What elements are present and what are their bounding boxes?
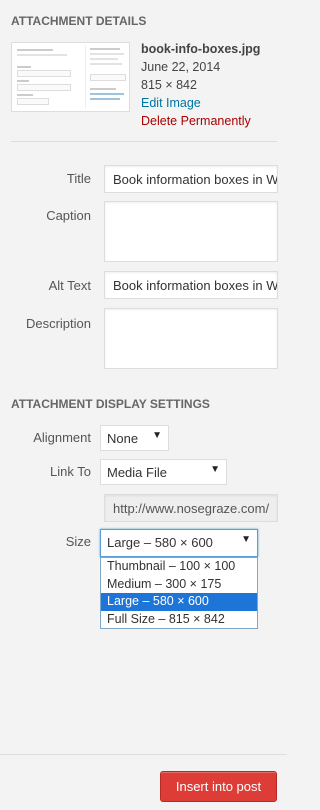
link-to-select[interactable]: Media File ▼ (100, 459, 227, 485)
thumbnail-preview-left (15, 46, 86, 108)
display-settings-heading: ATTACHMENT DISPLAY SETTINGS (11, 397, 210, 411)
delete-permanently-link[interactable]: Delete Permanently (141, 112, 260, 130)
chevron-down-icon: ▼ (152, 430, 162, 441)
size-option-medium[interactable]: Medium – 300 × 175 (101, 576, 257, 594)
size-option-full[interactable]: Full Size – 815 × 842 (101, 611, 257, 629)
attachment-details-heading: ATTACHMENT DETAILS (11, 14, 147, 28)
alt-text-label: Alt Text (48, 278, 91, 293)
chevron-down-icon: ▼ (210, 464, 220, 475)
title-input[interactable]: Book information boxes in W (104, 165, 278, 193)
size-option-thumbnail[interactable]: Thumbnail – 100 × 100 (101, 558, 257, 576)
size-value: Large – 580 × 600 (107, 535, 213, 550)
size-label: Size (65, 534, 91, 549)
caption-textarea[interactable] (104, 201, 278, 262)
alt-text-input[interactable]: Book information boxes in W (104, 271, 278, 299)
link-to-value: Media File (107, 465, 167, 480)
attachment-filename: book-info-boxes.jpg (141, 42, 261, 56)
attachment-date: June 22, 2014 (141, 60, 221, 74)
attachment-thumbnail[interactable] (11, 42, 130, 112)
attachment-dimensions: 815 × 842 (141, 78, 197, 92)
alignment-select[interactable]: None ▼ (100, 425, 169, 451)
caption-label: Caption (46, 208, 91, 223)
insert-into-post-button[interactable]: Insert into post (160, 771, 277, 802)
alignment-value: None (107, 431, 139, 446)
size-select[interactable]: Large – 580 × 600 ▼ (100, 529, 258, 557)
alignment-label: Alignment (33, 430, 91, 445)
attachment-meta: book-info-boxes.jpg June 22, 2014 815 × … (141, 40, 260, 130)
description-textarea[interactable] (104, 308, 278, 369)
edit-image-link[interactable]: Edit Image (141, 94, 260, 112)
description-label: Description (25, 316, 91, 331)
thumbnail-preview-right (90, 46, 128, 108)
link-url-field[interactable]: http://www.nosegraze.com/ (104, 494, 278, 522)
link-to-label: Link To (50, 464, 91, 479)
title-label: Title (66, 171, 91, 186)
chevron-down-icon: ▼ (241, 534, 251, 545)
size-option-large[interactable]: Large – 580 × 600 (101, 593, 257, 611)
size-dropdown-list: Thumbnail – 100 × 100 Medium – 300 × 175… (100, 557, 258, 629)
details-divider (11, 141, 277, 142)
